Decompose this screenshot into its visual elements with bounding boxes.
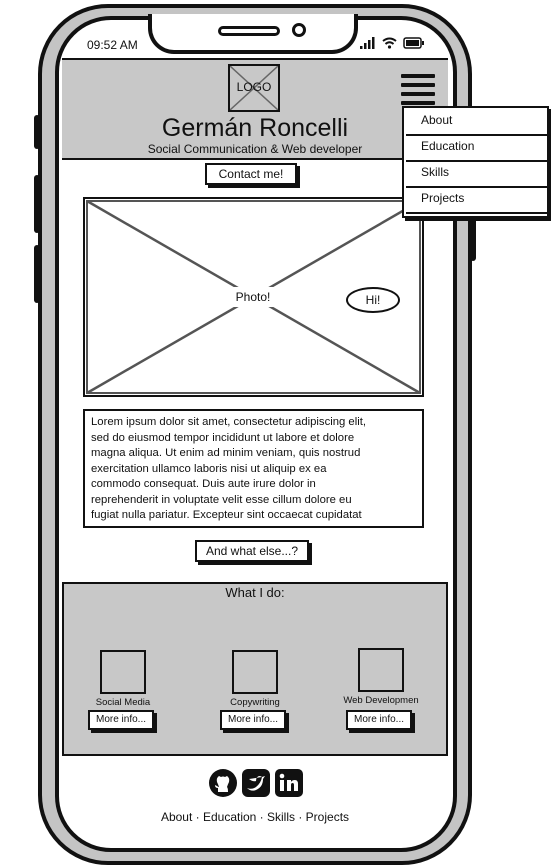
speaker <box>218 26 280 36</box>
linkedin-icon[interactable] <box>274 768 304 798</box>
social-links <box>208 768 304 798</box>
copywriting-icon <box>232 650 278 694</box>
signal-icon <box>360 37 375 49</box>
menu-item-education[interactable]: Education <box>421 139 474 153</box>
about-line: reprehenderit in voluptate velit esse ci… <box>91 493 352 506</box>
about-line: exercitation ullamco laboris nisi ut ali… <box>91 462 327 475</box>
github-icon[interactable] <box>208 768 238 798</box>
page-title: Germán Roncelli <box>161 114 349 142</box>
status-icons <box>360 37 425 49</box>
menu-divider <box>406 134 548 136</box>
menu-divider <box>406 186 548 188</box>
menu-item-skills[interactable]: Skills <box>421 165 449 179</box>
skill-label-copywriting: Copywriting <box>230 697 280 708</box>
page-subtitle: Social Communication & Web developer <box>147 142 363 156</box>
logo-text: LOGO <box>236 80 272 94</box>
status-time: 09:52 AM <box>87 38 138 52</box>
photo-label: Photo! <box>229 287 277 307</box>
menu-divider <box>406 160 548 162</box>
and-what-else-button[interactable]: And what else...? <box>195 540 309 562</box>
footer-nav[interactable]: About · Education · Skills · Projects <box>62 810 448 824</box>
camera <box>292 23 306 37</box>
about-line: fugiat nulla pariatur. Excepteur sint oc… <box>91 509 362 521</box>
side-button <box>34 245 40 303</box>
speech-bubble: Hi! <box>346 287 400 313</box>
about-line: magna aliqua. Ut enim ad minim veniam, q… <box>91 447 361 459</box>
more-info-button-social-media[interactable]: More info... <box>88 710 154 730</box>
wifi-icon <box>382 37 397 49</box>
menu-divider <box>406 212 548 214</box>
about-line: commodo consequat. Duis aute irure dolor… <box>91 478 316 490</box>
more-info-button-copywriting[interactable]: More info... <box>220 710 286 730</box>
menu-item-about[interactable]: About <box>421 113 452 127</box>
about-text: Lorem ipsum dolor sit amet, consectetur … <box>83 409 424 528</box>
skill-label-social-media: Social Media <box>95 697 151 708</box>
social-media-icon <box>100 650 146 694</box>
skill-label-web-development: Web Developmen <box>343 695 419 706</box>
nav-dropdown-menu: About Education Skills Projects <box>402 106 549 218</box>
about-line: sed do eiusmod tempor incididunt ut labo… <box>91 431 355 444</box>
side-button <box>34 115 40 149</box>
contact-button[interactable]: Contact me! <box>205 163 297 185</box>
side-button <box>470 215 476 261</box>
about-line: Lorem ipsum dolor sit amet, consectetur … <box>91 416 367 428</box>
web-development-icon <box>358 648 404 692</box>
battery-icon <box>403 37 424 49</box>
twitter-icon[interactable] <box>241 768 271 798</box>
menu-item-projects[interactable]: Projects <box>421 191 464 205</box>
what-i-do-title: What I do: <box>225 585 285 600</box>
side-button <box>34 175 40 233</box>
more-info-button-web-development[interactable]: More info... <box>346 710 412 730</box>
hamburger-menu-icon[interactable] <box>401 74 435 110</box>
